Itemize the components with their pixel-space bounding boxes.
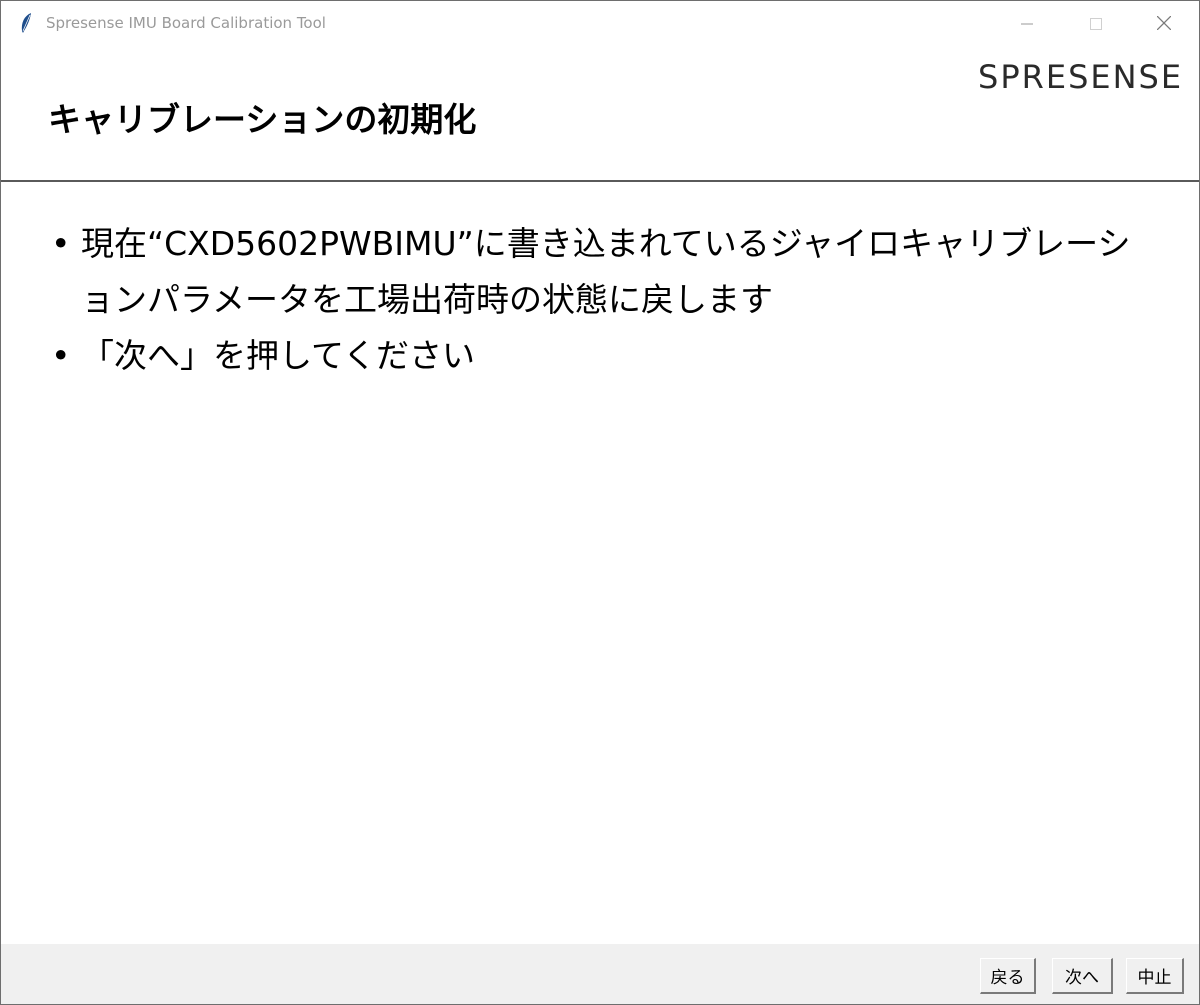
instruction-text: 現在“CXD5602PWBIMU”に書き込まれているジャイロキャリブレーションパ… [81, 224, 1131, 319]
button-bar: 戻る 次へ 中止 [1, 944, 1199, 1004]
title-bar[interactable]: Spresense IMU Board Calibration Tool [1, 1, 1199, 47]
close-icon [1156, 15, 1172, 34]
window-title: Spresense IMU Board Calibration Tool [46, 14, 326, 32]
feather-icon [18, 12, 34, 34]
instruction-item: • 「次へ」を押してください [51, 328, 1151, 384]
instruction-text: 「次へ」を押してください [81, 336, 476, 375]
spresense-logo: SPRESENSE [978, 58, 1184, 96]
page-header: キャリブレーションの初期化 SPRESENSE [1, 47, 1199, 182]
next-button[interactable]: 次へ [1052, 958, 1113, 994]
bullet-marker: • [51, 336, 71, 375]
minimize-icon [1021, 15, 1033, 34]
page-title: キャリブレーションの初期化 [48, 100, 477, 139]
close-button[interactable] [1130, 1, 1198, 47]
bullet-marker: • [51, 224, 71, 263]
minimize-button[interactable] [993, 1, 1061, 47]
instruction-item: • 現在“CXD5602PWBIMU”に書き込まれているジャイロキャリブレーショ… [51, 216, 1151, 328]
cancel-button[interactable]: 中止 [1126, 958, 1184, 994]
instruction-panel: • 現在“CXD5602PWBIMU”に書き込まれているジャイロキャリブレーショ… [1, 182, 1199, 944]
app-window: Spresense IMU Board Calibration Tool キャリ… [0, 0, 1200, 1005]
maximize-icon [1090, 15, 1102, 34]
maximize-button[interactable] [1062, 1, 1130, 47]
back-button[interactable]: 戻る [980, 958, 1036, 994]
